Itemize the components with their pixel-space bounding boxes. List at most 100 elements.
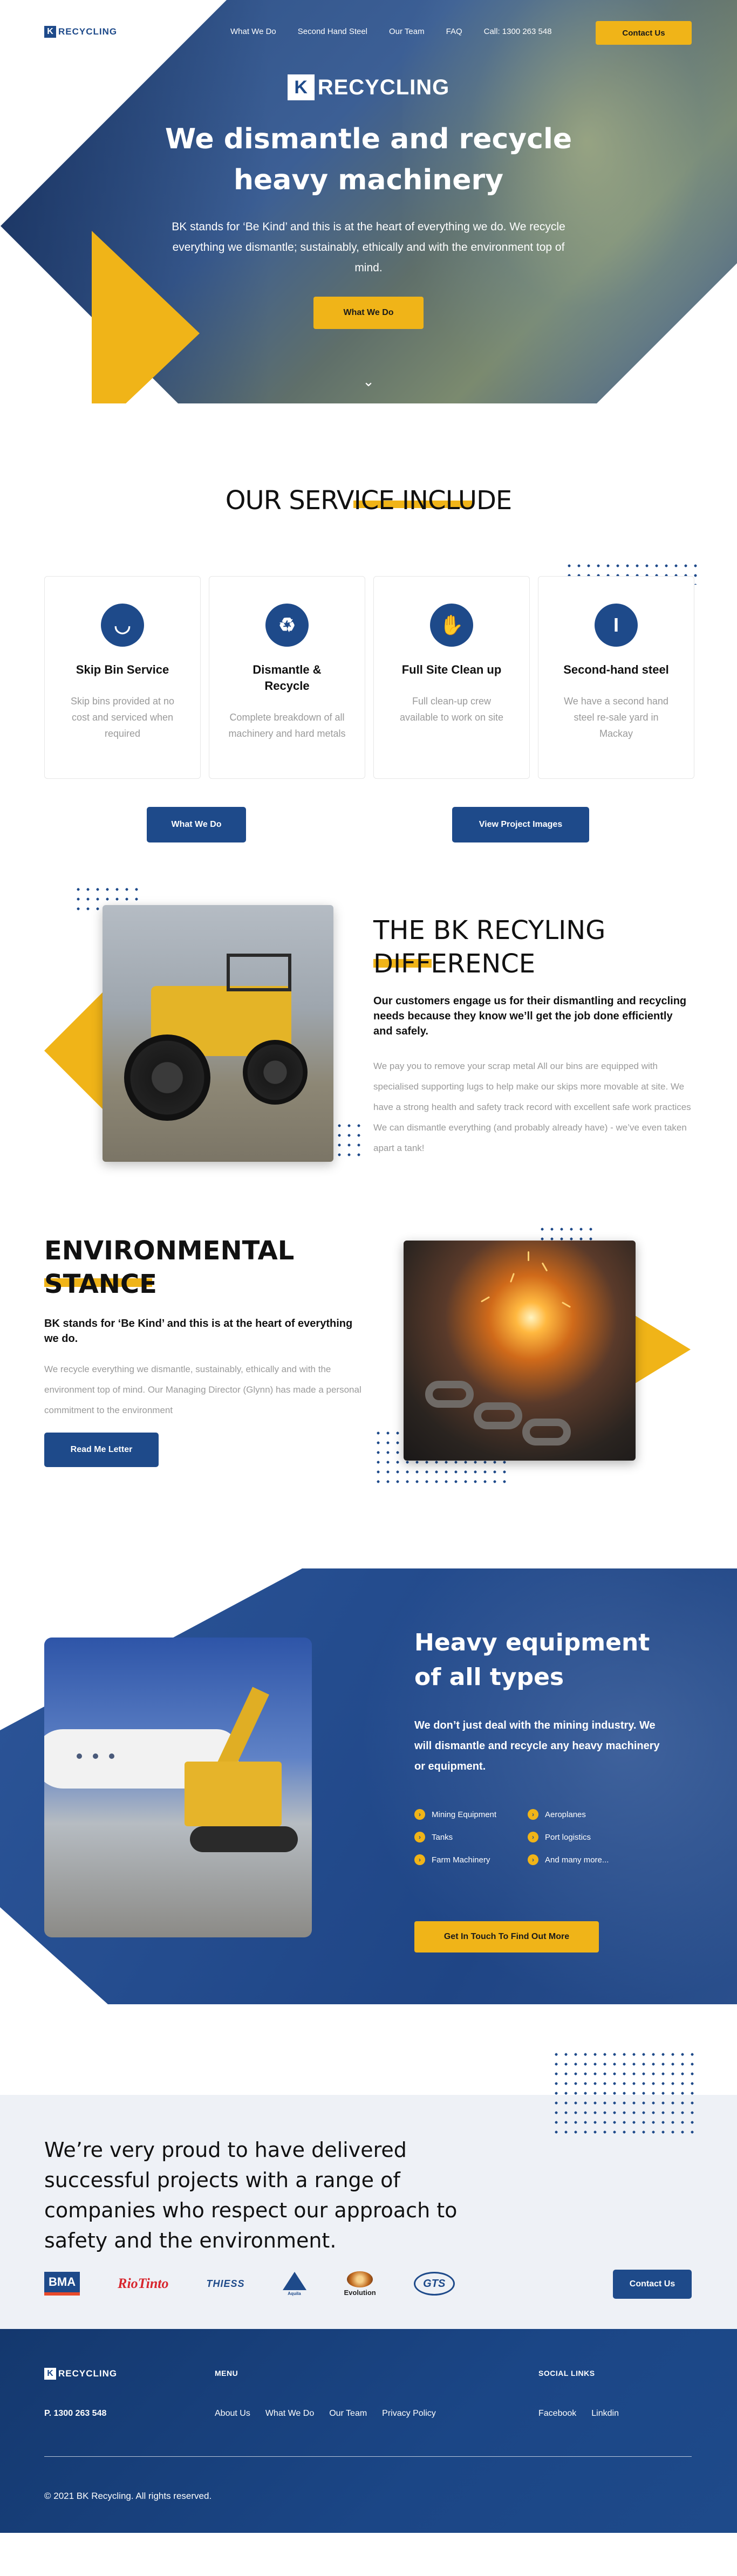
dot-pattern [551, 2050, 694, 2134]
footer-social-links: Facebook Linkdin [538, 2409, 619, 2419]
clients-section: We’re very proud to have delivered succe… [0, 2011, 737, 2329]
read-me-letter-button[interactable]: Read Me Letter [44, 1433, 159, 1467]
footer-link-our-team[interactable]: Our Team [329, 2409, 367, 2419]
service-cards: ◡ Skip Bin Service Skip bins provided at… [44, 576, 694, 779]
heavy-equipment-section: Heavy equipment of all types We don’t ju… [0, 1568, 737, 2011]
aquila-logo: Aquila [282, 2267, 306, 2300]
environment-section: ENVIRONMENTAL STANCE BK stands for ‘Be Ki… [0, 1212, 737, 1568]
hero-subtitle: BK stands for ‘Be Kind’ and this is at t… [172, 221, 565, 274]
contact-us-button[interactable]: Contact Us [596, 21, 692, 45]
service-card-text: Full clean-up crew available to work on … [399, 696, 504, 723]
service-card-second-hand-steel: I Second-hand steel We have a second han… [538, 576, 694, 779]
services-title: OUR SERVICE INCLUDE [225, 485, 512, 516]
footer-link-privacy-policy[interactable]: Privacy Policy [382, 2409, 436, 2419]
service-card-title: Skip Bin Service [76, 663, 169, 676]
difference-body: We pay you to remove your scrap metal Al… [373, 1061, 691, 1153]
difference-section: THE BK RECYLING DIFFERENCE Our customers … [0, 878, 737, 1212]
environment-title: ENVIRONMENTAL STANCE [44, 1236, 295, 1299]
header-logo[interactable]: K RECYCLING [44, 26, 117, 38]
list-item: › And many more... [528, 1854, 641, 1865]
bk-logo-mark-icon: K [44, 2368, 56, 2380]
gts-logo: GTS [413, 2267, 455, 2300]
equipment-types-list: › Mining Equipment › Aeroplanes › Tanks › Po… [414, 1809, 641, 1865]
copyright: © 2021 BK Recycling. All rights reserved… [44, 2491, 212, 2501]
footer-logo[interactable]: K RECYCLING [44, 2368, 117, 2380]
heavy-equipment-title: Heavy equipment of all types [414, 1629, 650, 1691]
page: K RECYCLING What We Do Second Hand Steel… [0, 0, 737, 2533]
top-nav: K RECYCLING What We Do Second Hand Steel… [0, 0, 737, 65]
nav-link-what-we-do[interactable]: What We Do [230, 27, 276, 36]
service-card-skip-bin: ◡ Skip Bin Service Skip bins provided at… [44, 576, 201, 779]
bk-logo-mark-icon: K [287, 74, 315, 100]
skip-bin-icon: ◡ [101, 604, 144, 647]
mining-truck-photo [103, 905, 333, 1162]
list-item: › Farm Machinery [414, 1854, 528, 1865]
chevron-right-icon: › [528, 1832, 538, 1842]
hero-title: We dismantle and recycle heavy machinery [165, 123, 572, 196]
gloves-icon: ✋ [430, 604, 473, 647]
clients-statement: We’re very proud to have delivered succe… [44, 2138, 458, 2252]
service-card-text: We have a second hand steel re-sale yard… [564, 696, 668, 739]
chevron-right-icon: › [414, 1854, 425, 1865]
nav-link-our-team[interactable]: Our Team [389, 27, 425, 36]
recycle-icon: ♻ [265, 604, 309, 647]
what-we-do-button[interactable]: What We Do [147, 807, 246, 842]
chevron-right-icon: › [414, 1809, 425, 1820]
nav-link-faq[interactable]: FAQ [446, 27, 462, 36]
evolution-logo: Evolution [344, 2267, 376, 2300]
service-card-dismantle: ♻ Dismantle & Recycle Complete breakdown… [209, 576, 365, 779]
hero-what-we-do-button[interactable]: What We Do [313, 297, 424, 329]
service-card-title: Dismantle & Recycle [253, 663, 322, 693]
difference-title: THE BK RECYLING DIFFERENCE [373, 915, 606, 979]
steel-beam-icon: I [595, 604, 638, 647]
bk-logo-mark-icon: K [44, 26, 56, 38]
services-section: OUR SERVICE INCLUDE ◡ Skip Bin Service S… [0, 403, 737, 878]
aeroplane-excavator-photo [44, 1638, 312, 1937]
thiess-logo: THIESS [206, 2278, 245, 2289]
footer-divider [44, 2456, 692, 2457]
service-card-clean-up: ✋ Full Site Clean up Full clean-up crew … [373, 576, 530, 779]
footer-link-linkdin[interactable]: Linkdin [591, 2409, 619, 2419]
chevron-right-icon: › [414, 1832, 425, 1842]
footer: K RECYCLING P. 1300 263 548 MENU About U… [0, 2329, 737, 2533]
footer-menu: About Us What We Do Our Team Privacy Pol… [215, 2409, 436, 2419]
logo-wordmark: RECYCLING [58, 2368, 118, 2379]
footer-link-facebook[interactable]: Facebook [538, 2409, 576, 2419]
nav-link-second-hand-steel[interactable]: Second Hand Steel [298, 27, 367, 36]
hero-section: K RECYCLING What We Do Second Hand Steel… [0, 0, 737, 403]
chevron-right-icon: › [528, 1809, 538, 1820]
service-card-title: Full Site Clean up [401, 663, 502, 676]
get-in-touch-button[interactable]: Get In Touch To Find Out More [414, 1921, 599, 1952]
list-item: › Mining Equipment [414, 1809, 528, 1820]
hero-logo-wordmark: RECYCLING [317, 75, 450, 99]
logo-wordmark: RECYCLING [58, 26, 118, 37]
environment-lead: BK stands for ‘Be Kind’ and this is at t… [44, 1318, 353, 1345]
nav-link-call[interactable]: Call: 1300 263 548 [484, 27, 552, 36]
view-project-images-button[interactable]: View Project Images [452, 807, 589, 842]
heavy-equipment-lead: We don’t just deal with the mining indus… [414, 1719, 660, 1772]
riotinto-logo: RioTinto [118, 2276, 169, 2291]
yellow-triangle [44, 986, 109, 1115]
service-card-title: Second-hand steel [563, 663, 669, 676]
chevron-right-icon: › [528, 1854, 538, 1865]
footer-menu-heading: MENU [215, 2369, 238, 2378]
hero-content: K RECYCLING We dismantle and recycle hea… [0, 74, 737, 329]
environment-body: We recycle everything we dismantle, sust… [44, 1364, 361, 1415]
list-item: › Port logistics [528, 1832, 641, 1842]
contact-us-button[interactable]: Contact Us [613, 2270, 692, 2299]
list-item: › Tanks [414, 1832, 528, 1842]
nav-links: What We Do Second Hand Steel Our Team FA… [230, 27, 574, 36]
client-logos: BMA RioTinto THIESS Aquila Evolution GTS [44, 2267, 493, 2300]
difference-lead: Our customers engage us for their disman… [373, 995, 687, 1037]
welding-sparks-photo [404, 1241, 636, 1461]
footer-link-about-us[interactable]: About Us [215, 2409, 250, 2419]
chevron-down-icon[interactable]: ⌄ [361, 373, 376, 390]
service-card-text: Skip bins provided at no cost and servic… [70, 696, 175, 739]
bma-logo: BMA [44, 2267, 80, 2300]
list-item: › Aeroplanes [528, 1809, 641, 1820]
hero-logo: K RECYCLING [287, 74, 450, 100]
footer-social-heading: SOCIAL LINKS [538, 2369, 595, 2378]
service-card-text: Complete breakdown of all machinery and … [228, 712, 346, 739]
footer-phone[interactable]: P. 1300 263 548 [44, 2409, 106, 2419]
footer-link-what-we-do[interactable]: What We Do [265, 2409, 314, 2419]
